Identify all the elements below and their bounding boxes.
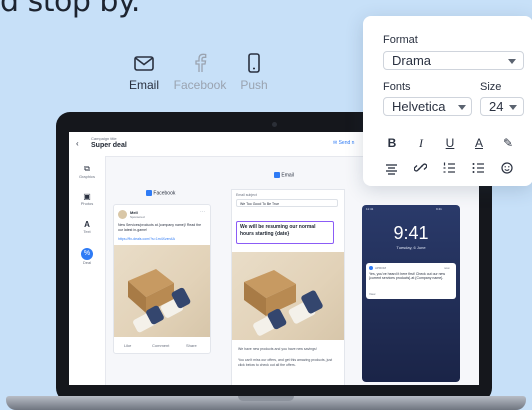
avatar xyxy=(118,210,127,219)
laptop-camera xyxy=(272,122,277,127)
email-preview: Email subject We Too Good To Be True We … xyxy=(231,189,345,385)
post-text: New Services/products at {company name}!… xyxy=(118,223,202,232)
photo-icon: ▣ xyxy=(83,192,91,201)
email-subject-label: Email subject xyxy=(236,193,257,197)
channel-facebook-label: Facebook xyxy=(173,78,227,92)
shapes-icon: ⧉ xyxy=(84,164,90,173)
campaign-title: Super deal xyxy=(91,142,127,149)
underline-button[interactable]: U xyxy=(443,136,457,150)
notif-time: now xyxy=(444,266,450,270)
text-icon: A xyxy=(84,220,90,229)
email-toggle[interactable]: Email xyxy=(274,172,294,178)
fonts-label: Fonts xyxy=(383,81,411,93)
facebook-post-preview: Mell Sponsored ··· New Services/products… xyxy=(113,204,211,354)
facebook-icon xyxy=(170,52,230,74)
editor-sidebar: ⧉ Graphics ▣ Photos A Text % Deal xyxy=(69,156,106,385)
email-body-1: We have new products and you have new sa… xyxy=(238,347,317,351)
phone-lock-date: Tuesday, 6 June xyxy=(396,245,426,250)
channel-email-label: Email xyxy=(128,78,159,92)
breadcrumb: Campaign title xyxy=(91,136,117,141)
emoji-icon[interactable] xyxy=(501,161,513,179)
notif-app-name: APROM xyxy=(375,266,387,270)
app-icon xyxy=(369,266,373,270)
facebook-toggle[interactable]: Facebook xyxy=(146,190,175,196)
sidebar-label: Graphics xyxy=(78,174,95,179)
email-product-photo xyxy=(232,252,344,340)
size-select[interactable]: 24 xyxy=(480,97,524,116)
chevron-down-icon xyxy=(508,59,516,64)
font-select[interactable]: Helvetica xyxy=(383,97,472,116)
sidebar-label: Deal xyxy=(82,260,92,265)
post-time: Sponsored xyxy=(130,215,145,219)
deal-icon: % xyxy=(81,248,93,260)
share-button[interactable]: Share xyxy=(186,343,197,348)
phone-status-right: 9:41 xyxy=(436,207,442,211)
facebook-toggle-label: Facebook xyxy=(153,190,176,197)
sidebar-item-text[interactable]: A Text xyxy=(69,220,105,234)
product-photo xyxy=(114,245,210,337)
sidebar-label: Photos xyxy=(80,201,94,206)
send-button[interactable]: ✉ Send n xyxy=(333,140,354,146)
numbered-list-icon[interactable] xyxy=(443,161,456,179)
text-color-button[interactable]: A xyxy=(472,136,486,150)
sidebar-label: Text xyxy=(83,229,91,234)
comment-button[interactable]: Comment xyxy=(152,343,169,348)
checkbox-checked-icon xyxy=(274,172,280,178)
envelope-icon xyxy=(124,52,164,74)
bullet-list-icon[interactable] xyxy=(472,161,485,179)
post-link[interactable]: https://fix-deals.com/?s=1m4Xzen4A xyxy=(118,237,204,241)
channel-push-label: Push xyxy=(240,78,268,92)
link-icon[interactable] xyxy=(413,161,428,179)
send-icon: ✉ xyxy=(333,140,338,146)
align-center-icon[interactable] xyxy=(385,162,398,180)
size-label: Size xyxy=(480,81,502,93)
marketing-headline: d stop by. xyxy=(0,0,140,19)
highlight-button[interactable]: ✎ xyxy=(501,136,515,150)
format-panel: Format Drama Fonts Size Helvetica 24 B I… xyxy=(363,16,532,186)
format-select-value: Drama xyxy=(392,53,432,68)
notif-view[interactable]: View xyxy=(369,292,375,296)
back-arrow-icon[interactable]: ‹ xyxy=(76,139,79,148)
email-body-2: You can't miss our offers, and get this … xyxy=(238,358,333,367)
checkbox-checked-icon xyxy=(146,190,152,196)
like-button[interactable]: Like xyxy=(124,343,131,348)
sidebar-item-photos[interactable]: ▣ Photos xyxy=(69,192,105,206)
channel-facebook[interactable]: Facebook xyxy=(170,52,230,92)
bold-button[interactable]: B xyxy=(385,136,399,150)
send-label: Send n xyxy=(338,140,355,146)
format-select[interactable]: Drama xyxy=(383,51,524,70)
more-icon[interactable]: ··· xyxy=(200,209,205,215)
italic-button[interactable]: I xyxy=(414,136,428,151)
phone-push-preview: 11:41 9:41 9:41 Tuesday, 6 June APROM no… xyxy=(362,205,460,382)
push-notification[interactable]: APROM now Yes, you've heard it here firs… xyxy=(366,263,456,299)
sidebar-item-deal[interactable]: % Deal xyxy=(69,248,105,265)
notif-text: Yes, you've heard it here first! Check o… xyxy=(369,272,446,281)
chevron-down-icon xyxy=(458,105,466,110)
sidebar-item-graphics[interactable]: ⧉ Graphics xyxy=(69,164,105,179)
channel-email[interactable]: Email xyxy=(124,52,164,92)
phone-status-time: 11:41 xyxy=(366,207,374,211)
email-subject-input[interactable]: We Too Good To Be True xyxy=(236,199,338,207)
smartphone-icon xyxy=(236,52,272,74)
email-headline[interactable]: We will be resuming our normal hours sta… xyxy=(236,221,334,244)
font-select-value: Helvetica xyxy=(392,99,446,114)
email-toggle-label: Email xyxy=(281,172,294,179)
size-select-value: 24 xyxy=(489,99,504,114)
format-label: Format xyxy=(383,34,418,46)
phone-lock-time: 9:41 xyxy=(393,223,429,243)
channel-push[interactable]: Push xyxy=(236,52,272,92)
chevron-down-icon xyxy=(509,105,517,110)
laptop-notch xyxy=(238,396,294,401)
